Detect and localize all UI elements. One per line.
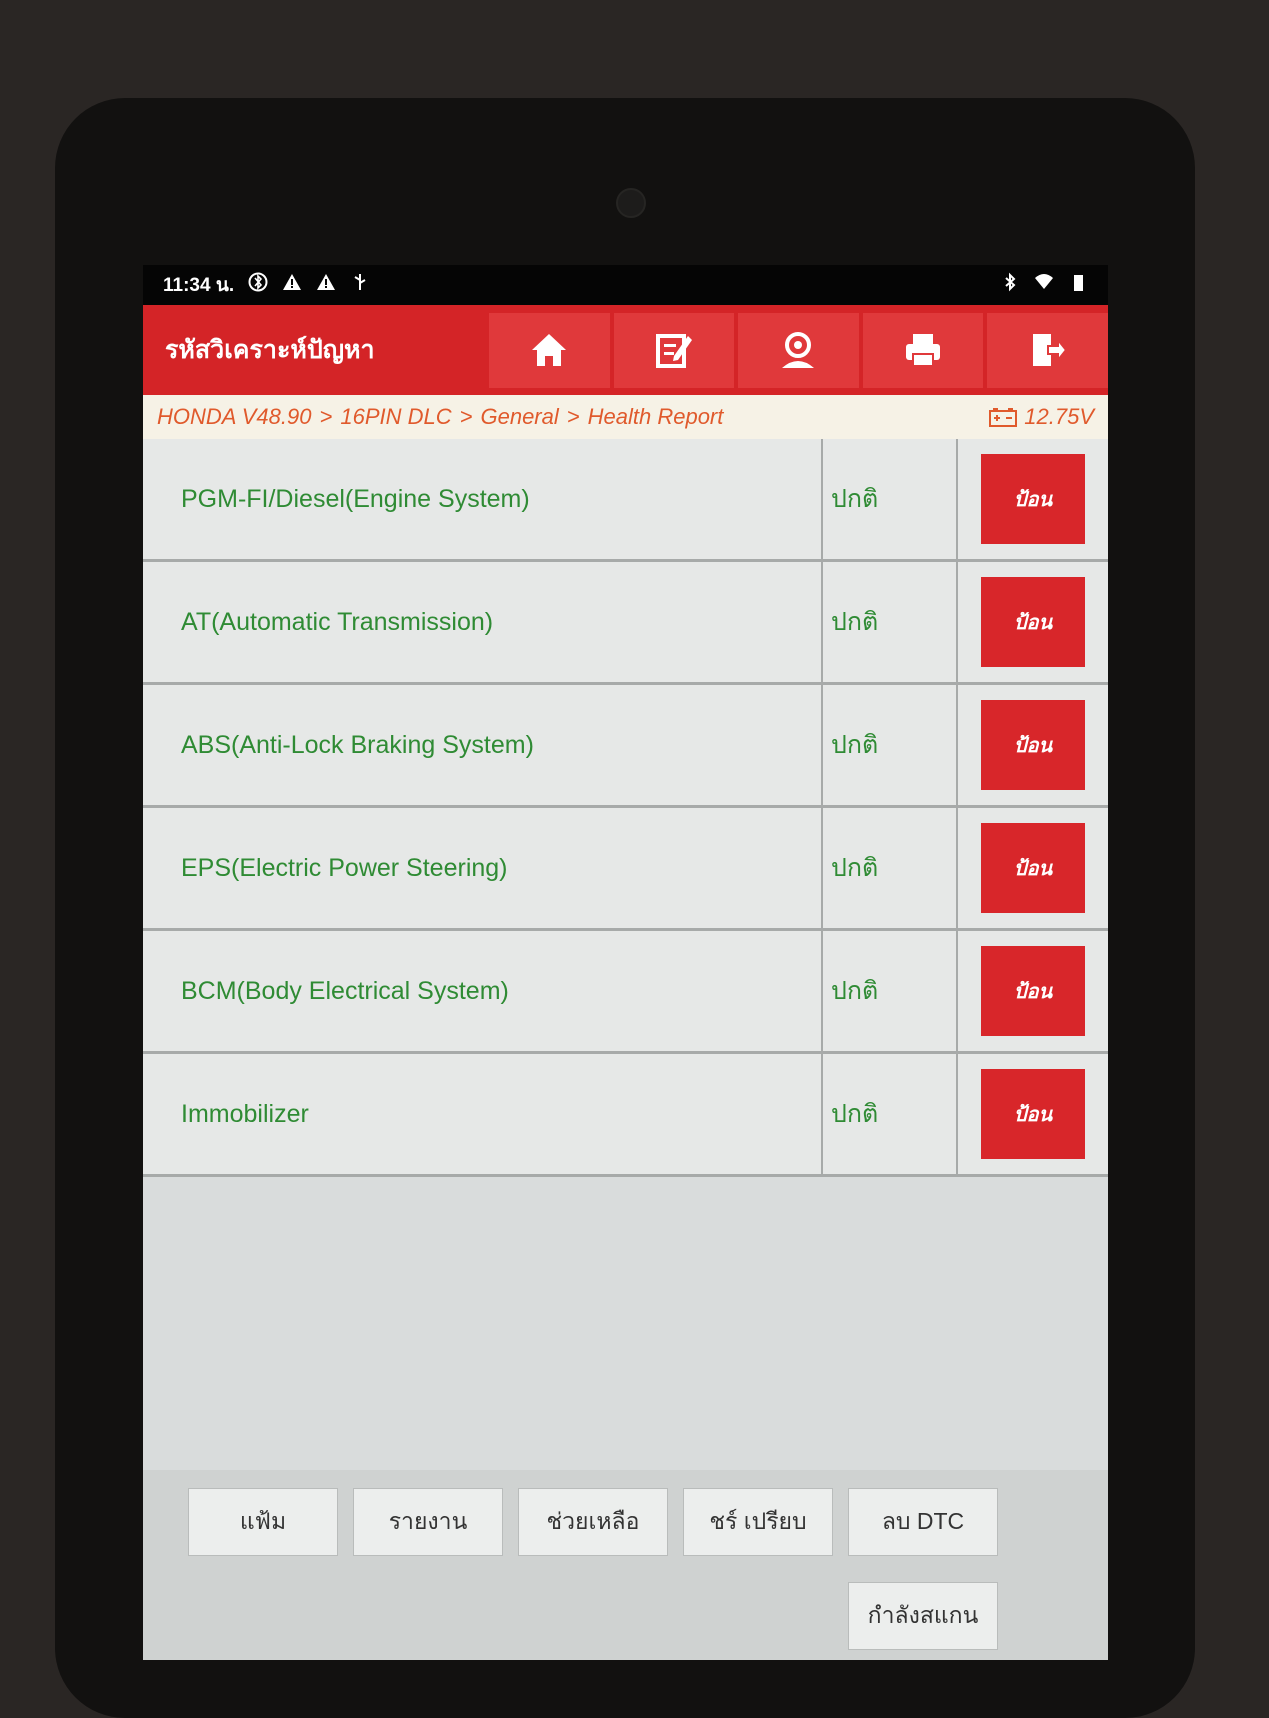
toolbar xyxy=(485,312,1108,388)
clear-dtc-button[interactable]: ลบ DTC xyxy=(848,1488,998,1556)
system-name: BCM(Body Electrical System) xyxy=(143,931,823,1051)
breadcrumb-item: Health Report xyxy=(587,404,724,429)
tablet-screen: 11:34 น. รหัสวิเคราะห์ปัญหา HONDA V48.90… xyxy=(143,265,1108,1660)
system-list: PGM-FI/Diesel(Engine System) ปกติ ป้อน A… xyxy=(143,439,1108,1177)
table-row: EPS(Electric Power Steering) ปกติ ป้อน xyxy=(143,808,1108,931)
print-button[interactable] xyxy=(862,312,984,388)
enter-button[interactable]: ป้อน xyxy=(981,577,1085,667)
table-row: Immobilizer ปกติ ป้อน xyxy=(143,1054,1108,1177)
system-status: ปกติ xyxy=(823,1054,958,1174)
user-icon xyxy=(782,332,815,368)
breadcrumb-item[interactable]: 16PIN DLC xyxy=(340,404,451,430)
breadcrumb-item[interactable]: HONDA V48.90 xyxy=(157,404,311,430)
user-button[interactable] xyxy=(738,312,859,388)
exit-icon xyxy=(1032,334,1067,366)
exit-button[interactable] xyxy=(987,312,1108,388)
table-row: ABS(Anti-Lock Braking System) ปกติ ป้อน xyxy=(143,685,1108,808)
voltage-value: 12.75V xyxy=(1024,404,1094,429)
bottom-action-bar: แฟ้ม รายงาน ช่วยเหลือ ชร์ เปรียบ ลบ DTC … xyxy=(143,1470,1108,1660)
table-row: PGM-FI/Diesel(Engine System) ปกติ ป้อน xyxy=(143,439,1108,562)
scanning-button[interactable]: กำลังสแกน xyxy=(848,1582,998,1650)
system-status: ปกติ xyxy=(823,931,958,1051)
breadcrumb: HONDA V48.90 > 16PIN DLC > General > Hea… xyxy=(143,395,1108,439)
voltage-readout: 12.75V xyxy=(988,404,1094,430)
system-name: Immobilizer xyxy=(143,1054,823,1174)
bluetooth-icon xyxy=(1000,272,1020,298)
status-bar: 11:34 น. xyxy=(143,265,1108,305)
enter-button[interactable]: ป้อน xyxy=(981,454,1085,544)
system-status: ปกติ xyxy=(823,562,958,682)
system-name: PGM-FI/Diesel(Engine System) xyxy=(143,439,823,559)
compare-button[interactable]: ชร์ เปรียบ xyxy=(683,1488,833,1556)
page-title: รหัสวิเคราะห์ปัญหา xyxy=(165,336,375,364)
wifi-icon xyxy=(1034,272,1054,298)
help-button[interactable]: ช่วยเหลือ xyxy=(518,1488,668,1556)
system-status: ปกติ xyxy=(823,685,958,805)
edit-button[interactable] xyxy=(613,312,735,388)
warning-icon xyxy=(282,272,302,298)
file-button[interactable]: แฟ้ม xyxy=(188,1488,338,1556)
breadcrumb-separator: > xyxy=(566,404,580,429)
status-time: 11:34 น. xyxy=(163,275,235,296)
front-camera xyxy=(616,188,646,218)
warning-icon xyxy=(316,272,336,298)
edit-icon xyxy=(655,334,692,368)
breadcrumb-item[interactable]: General xyxy=(480,404,558,430)
system-name: ABS(Anti-Lock Braking System) xyxy=(143,685,823,805)
system-name: AT(Automatic Transmission) xyxy=(143,562,823,682)
bluetooth-status-icon xyxy=(248,272,268,298)
usb-icon xyxy=(350,272,370,298)
breadcrumb-separator: > xyxy=(459,404,473,429)
system-status: ปกติ xyxy=(823,808,958,928)
enter-button[interactable]: ป้อน xyxy=(981,946,1085,1036)
table-row: BCM(Body Electrical System) ปกติ ป้อน xyxy=(143,931,1108,1054)
home-icon xyxy=(532,334,567,366)
car-battery-icon xyxy=(989,408,1018,427)
breadcrumb-separator: > xyxy=(319,404,333,429)
enter-button[interactable]: ป้อน xyxy=(981,700,1085,790)
table-row: AT(Automatic Transmission) ปกติ ป้อน xyxy=(143,562,1108,685)
system-name: EPS(Electric Power Steering) xyxy=(143,808,823,928)
report-button[interactable]: รายงาน xyxy=(353,1488,503,1556)
print-icon xyxy=(906,334,941,367)
title-bar: รหัสวิเคราะห์ปัญหา xyxy=(143,305,1108,395)
battery-icon xyxy=(1068,272,1088,298)
home-button[interactable] xyxy=(489,312,610,388)
enter-button[interactable]: ป้อน xyxy=(981,823,1085,913)
system-status: ปกติ xyxy=(823,439,958,559)
enter-button[interactable]: ป้อน xyxy=(981,1069,1085,1159)
